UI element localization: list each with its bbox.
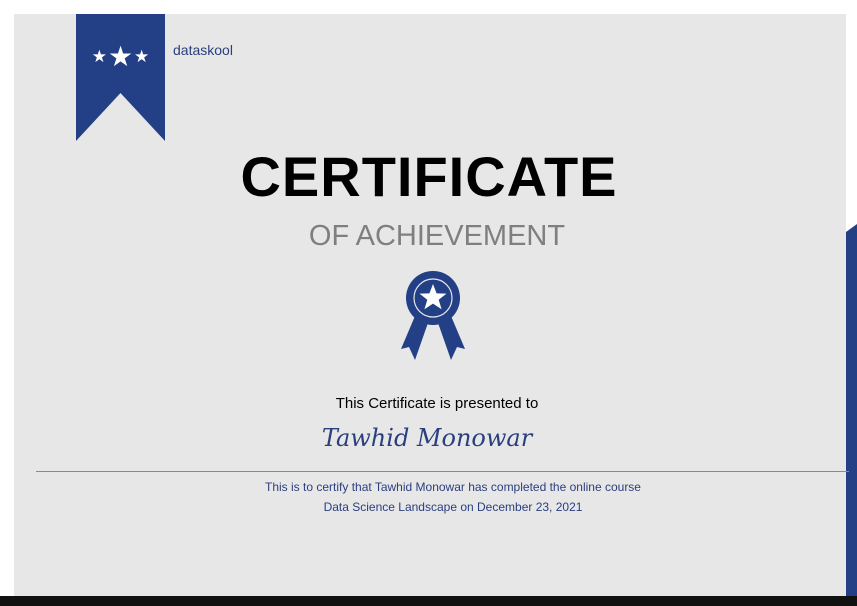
ribbon-shape [76,14,165,141]
certificate-subtitle: OF ACHIEVEMENT [308,220,566,252]
certification-statement: This is to certify that Tawhid Monowar h… [265,480,641,494]
bottom-edge [0,596,857,606]
recipient-name: Tawhid Monowar [321,424,533,452]
certificate-sheet: ★★★ dataskool CERTIFICATE OF ACHIEVEMENT… [14,14,849,596]
three-stars-icon: ★★★ [91,41,150,72]
presented-to-label: This Certificate is presented to [335,395,539,412]
course-completion-line: Data Science Landscape on December 23, 2… [323,500,583,514]
divider [36,471,849,472]
brand-name: dataskool [173,42,233,58]
brand-ribbon: ★★★ [76,14,165,155]
award-ribbon-icon [401,271,465,360]
certificate-page: ★★★ dataskool CERTIFICATE OF ACHIEVEMENT… [0,0,857,606]
certificate-title: CERTIFICATE [240,145,618,208]
